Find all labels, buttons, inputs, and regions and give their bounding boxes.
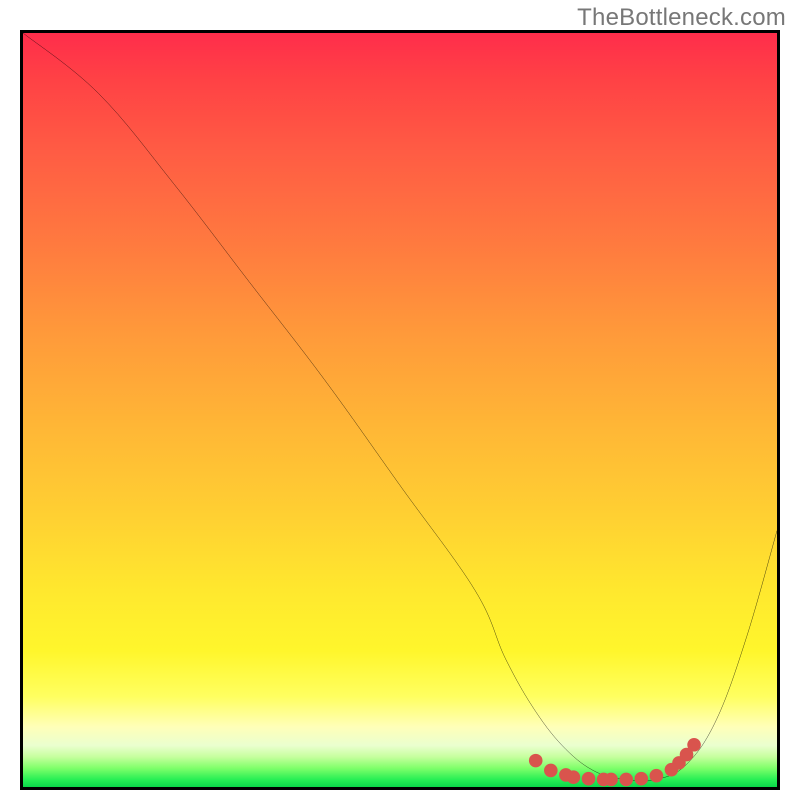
- optimal-range-markers: [529, 738, 701, 786]
- optimal-marker-dot: [634, 772, 648, 786]
- optimal-marker-dot: [619, 773, 633, 787]
- optimal-marker-dot: [582, 772, 596, 786]
- optimal-marker-dot: [529, 754, 543, 768]
- bottleneck-curve: [23, 33, 777, 781]
- optimal-marker-dot: [687, 738, 701, 752]
- optimal-marker-dot: [567, 770, 581, 784]
- optimal-marker-dot: [544, 764, 558, 778]
- bottleneck-curve-path: [23, 33, 777, 781]
- optimal-marker-dot: [650, 769, 664, 783]
- plot-box: [20, 30, 780, 790]
- curve-layer: [23, 33, 777, 787]
- chart-stage: TheBottleneck.com: [0, 0, 800, 800]
- optimal-marker-dot: [604, 773, 618, 787]
- watermark-text: TheBottleneck.com: [577, 4, 786, 32]
